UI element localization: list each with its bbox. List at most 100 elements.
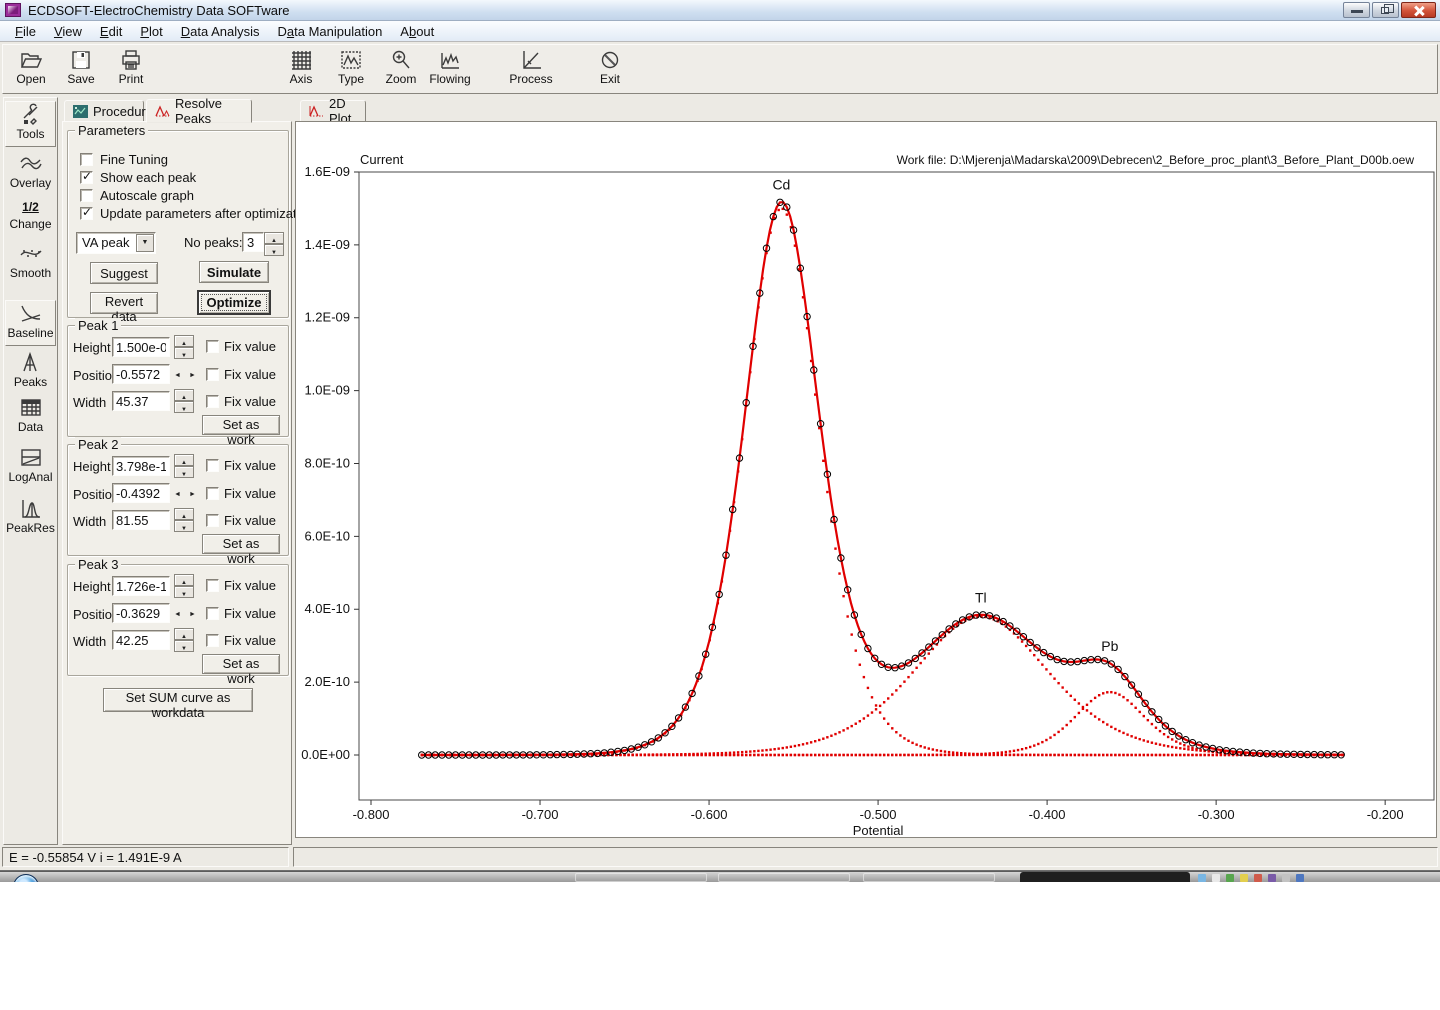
tray-icon[interactable] — [1226, 874, 1234, 882]
peak-type-dropdown[interactable]: VA peak — [76, 232, 156, 254]
peak-3-width-spinner[interactable] — [174, 628, 194, 652]
peak-3-set-as-work-button[interactable]: Set as work — [202, 654, 280, 674]
print-button[interactable]: Print — [109, 47, 153, 91]
simulate-button[interactable]: Simulate — [199, 261, 269, 283]
no-peaks-spinner[interactable] — [264, 232, 284, 256]
peak-3-position-input[interactable] — [112, 603, 170, 623]
sidebar-item-data[interactable]: Data — [5, 395, 56, 441]
peak-2-width-fix-checkbox[interactable] — [206, 514, 219, 527]
taskbar-window-button[interactable] — [863, 873, 995, 882]
optimize-button[interactable]: Optimize — [197, 290, 271, 315]
menu-edit[interactable]: Edit — [91, 23, 131, 40]
tray-icon[interactable] — [1212, 874, 1220, 882]
show-each-peak-checkbox[interactable] — [80, 171, 93, 184]
exit-button[interactable]: Exit — [588, 47, 632, 91]
peak-3-position-fix-checkbox[interactable] — [206, 607, 219, 620]
update-parameters-checkbox[interactable] — [80, 207, 93, 220]
print-icon — [119, 49, 143, 71]
peak-2-position-arrows[interactable] — [174, 484, 204, 502]
menu-view[interactable]: View — [45, 23, 91, 40]
peak-3-width-fix-checkbox[interactable] — [206, 634, 219, 647]
menu-plot[interactable]: Plot — [131, 23, 171, 40]
peak-1-height-fix-checkbox[interactable] — [206, 340, 219, 353]
peak-3-height-spinner[interactable] — [174, 574, 194, 598]
sidebar-item-overlay[interactable]: Overlay — [5, 151, 56, 197]
window-title: ECDSOFT-ElectroChemistry Data SOFTware — [28, 3, 290, 18]
tab-2d-plot[interactable]: 2D Plot — [300, 100, 366, 122]
flowing-button[interactable]: Flowing — [423, 47, 477, 91]
set-sum-curve-button[interactable]: Set SUM curve as workdata — [103, 688, 253, 712]
menu-data-analysis[interactable]: Data Analysis — [172, 23, 269, 40]
open-folder-icon — [19, 49, 43, 71]
peak-2-width-spinner[interactable] — [174, 508, 194, 532]
dropdown-arrow-icon[interactable] — [136, 234, 154, 252]
peak-1-width-input[interactable] — [112, 391, 170, 411]
tray-icon[interactable] — [1282, 874, 1290, 882]
overlay-curves-icon — [19, 152, 43, 176]
close-icon — [1402, 3, 1435, 17]
tray-icon[interactable] — [1254, 874, 1262, 882]
peak-2-width-input[interactable] — [112, 510, 170, 530]
close-button[interactable] — [1401, 2, 1436, 18]
tray-icon[interactable] — [1296, 874, 1304, 882]
sidebar-item-change[interactable]: 1/2 Change — [5, 196, 56, 242]
svg-text:2.0E-10: 2.0E-10 — [304, 674, 350, 689]
peak-3-width-input[interactable] — [112, 630, 170, 650]
menu-file[interactable]: File — [6, 23, 45, 40]
fine-tuning-checkbox[interactable] — [80, 153, 93, 166]
peak-1-position-arrows[interactable] — [174, 365, 204, 383]
suggest-button[interactable]: Suggest — [90, 262, 158, 284]
taskbar-active-window-button[interactable] — [1020, 872, 1190, 882]
peak-1-height-input[interactable] — [112, 337, 170, 357]
sidebar-item-loganal[interactable]: LogAnal — [5, 445, 56, 491]
sidebar-item-peaks[interactable]: Peaks — [5, 350, 56, 396]
peak-3-height-fix-checkbox[interactable] — [206, 579, 219, 592]
sidebar-item-baseline[interactable]: Baseline — [5, 300, 56, 346]
taskbar-window-button[interactable] — [718, 873, 850, 882]
peak-1-height-spinner[interactable] — [174, 335, 194, 359]
menu-about[interactable]: About — [391, 23, 443, 40]
spin-down-icon[interactable] — [264, 244, 284, 256]
process-button[interactable]: Process — [501, 47, 561, 91]
tab-resolve-peaks[interactable]: Resolve Peaks — [146, 99, 252, 123]
type-button[interactable]: Type — [329, 47, 373, 91]
tab-procedure[interactable]: Procedure — [64, 100, 144, 122]
tray-icon[interactable] — [1240, 874, 1248, 882]
restore-button[interactable] — [1372, 2, 1399, 18]
sidebar-item-smooth[interactable]: Smooth — [5, 241, 56, 287]
taskbar-window-button[interactable] — [575, 873, 707, 882]
tray-icon[interactable] — [1268, 874, 1276, 882]
start-button[interactable] — [13, 874, 39, 882]
minimize-button[interactable] — [1343, 2, 1370, 18]
peak-1-width-fix-checkbox[interactable] — [206, 395, 219, 408]
peak-1-position-fix-checkbox[interactable] — [206, 368, 219, 381]
peak-2-set-as-work-button[interactable]: Set as work — [202, 534, 280, 554]
menu-data-manipulation[interactable]: Data Manipulation — [269, 23, 392, 40]
sidebar-item-tools[interactable]: Tools — [5, 101, 56, 147]
peak-1-set-as-work-button[interactable]: Set as work — [202, 415, 280, 435]
no-peaks-input[interactable]: 3 — [242, 232, 264, 252]
smooth-curve-icon — [19, 242, 43, 266]
peak-1-position-input[interactable] — [112, 364, 170, 384]
open-button[interactable]: Open — [9, 47, 53, 91]
save-button[interactable]: Save — [59, 47, 103, 91]
peak-2-height-input[interactable] — [112, 456, 170, 476]
svg-text:-0.200: -0.200 — [1367, 807, 1404, 822]
peak-2-height-fix-checkbox[interactable] — [206, 459, 219, 472]
plot-type-icon — [339, 49, 363, 71]
app-window: ECDSOFT-ElectroChemistry Data SOFTware F… — [0, 0, 1440, 871]
svg-text:8.0E-10: 8.0E-10 — [304, 455, 350, 470]
peak-2-position-fix-checkbox[interactable] — [206, 487, 219, 500]
sidebar-item-peakres[interactable]: PeakRes — [5, 496, 56, 542]
peak-2-height-spinner[interactable] — [174, 454, 194, 478]
revert-data-button[interactable]: Revert data — [90, 292, 158, 314]
peak-1-width-spinner[interactable] — [174, 389, 194, 413]
tray-icon[interactable] — [1198, 874, 1206, 882]
spin-up-icon[interactable] — [264, 232, 284, 244]
peak-2-position-input[interactable] — [112, 483, 170, 503]
peak-3-height-input[interactable] — [112, 576, 170, 596]
autoscale-graph-checkbox[interactable] — [80, 189, 93, 202]
zoom-button[interactable]: Zoom — [379, 47, 423, 91]
peak-3-position-arrows[interactable] — [174, 604, 204, 622]
axis-button[interactable]: Axis — [279, 47, 323, 91]
